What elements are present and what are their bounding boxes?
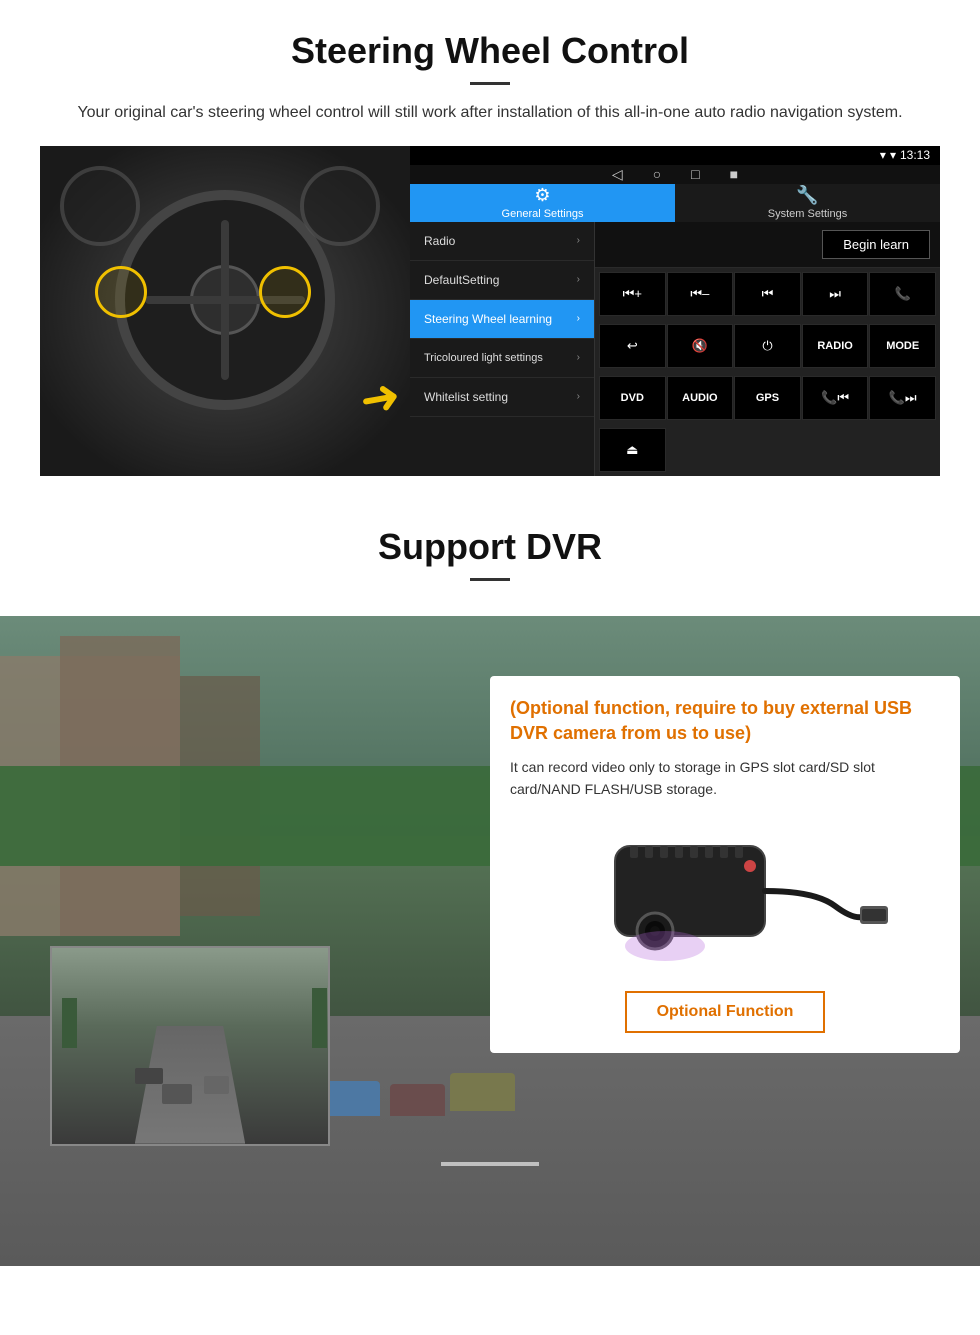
dvr-card-heading: (Optional function, require to buy exter…: [510, 696, 940, 746]
dvr-camera-svg: [555, 826, 895, 966]
chevron-icon: ›: [577, 274, 580, 285]
highlight-circle-left: [95, 266, 147, 318]
ctrl-power[interactable]: ⏻: [734, 324, 801, 368]
signal-icon: ▾: [890, 148, 896, 162]
control-grid-row2: ↩ 🔇 ⏻ RADIO MODE: [595, 320, 940, 372]
ctrl-vol-down[interactable]: ⏮–: [667, 272, 734, 316]
dvr-background: (Optional function, require to buy exter…: [0, 616, 980, 1266]
status-icons: ▾ ▾ 13:13: [880, 148, 930, 162]
steering-photo: ➜: [40, 146, 410, 476]
dvr-camera-image: [510, 816, 940, 976]
ctrl-prev[interactable]: ⏮: [734, 272, 801, 316]
ctrl-dvd[interactable]: DVD: [599, 376, 666, 420]
chevron-icon: ›: [577, 352, 580, 363]
control-grid-row3: DVD AUDIO GPS 📞⏮ 📞⏭: [595, 372, 940, 424]
tab-system-settings[interactable]: 🔧 System Settings: [675, 184, 940, 222]
dvr-card-description: It can record video only to storage in G…: [510, 756, 940, 801]
chevron-icon: ›: [577, 391, 580, 402]
optional-function-button[interactable]: Optional Function: [625, 991, 826, 1033]
menu-item-steering[interactable]: Steering Wheel learning ›: [410, 300, 594, 339]
arrow-icon: ➜: [355, 367, 404, 429]
steering-demo: ➜ ▾ ▾ 13:13 ◁ ○ □ ■: [40, 146, 940, 476]
ctrl-call-next[interactable]: 📞⏭: [869, 376, 936, 420]
status-time: 13:13: [900, 148, 930, 162]
ctrl-call-prev[interactable]: 📞⏮: [802, 376, 869, 420]
steering-wheel-image: ➜: [40, 146, 410, 476]
home-nav-btn[interactable]: ○: [653, 166, 661, 182]
ctrl-audio[interactable]: AUDIO: [667, 376, 734, 420]
ctrl-call[interactable]: 📞: [869, 272, 936, 316]
status-bar: ▾ ▾ 13:13: [410, 146, 940, 165]
menu-item-whitelist[interactable]: Whitelist setting ›: [410, 378, 594, 417]
wifi-icon: ▾: [880, 148, 886, 162]
tab-general-settings[interactable]: ⚙ General Settings: [410, 184, 675, 222]
system-icon: 🔧: [796, 185, 818, 206]
back-nav-btn[interactable]: ◁: [612, 166, 623, 183]
ctrl-radio[interactable]: RADIO: [802, 324, 869, 368]
menu-nav-btn[interactable]: ■: [730, 166, 738, 182]
ctrl-eject[interactable]: ⏏: [599, 428, 666, 472]
ctrl-hangup[interactable]: ↩: [599, 324, 666, 368]
tab-general-label: General Settings: [502, 208, 584, 220]
control-grid-row1: ⏮+ ⏮– ⏮ ⏭ 📞: [595, 268, 940, 320]
begin-learn-row: Begin learn: [595, 222, 940, 268]
dvr-card: (Optional function, require to buy exter…: [490, 676, 960, 1053]
steering-title: Steering Wheel Control: [40, 30, 940, 72]
settings-tabs: ⚙ General Settings 🔧 System Settings: [410, 184, 940, 222]
gear-icon: ⚙: [534, 185, 550, 206]
settings-menu: Radio › DefaultSetting › Steering Wheel …: [410, 222, 595, 476]
ctrl-vol-up[interactable]: ⏮+: [599, 272, 666, 316]
menu-steering-label: Steering Wheel learning: [424, 312, 552, 326]
control-grid-row4: ⏏: [595, 424, 940, 476]
steering-section: Steering Wheel Control Your original car…: [0, 0, 980, 496]
steering-subtitle: Your original car's steering wheel contr…: [60, 100, 920, 126]
chevron-icon: ›: [577, 235, 580, 246]
recents-nav-btn[interactable]: □: [691, 166, 699, 182]
ctrl-mute[interactable]: 🔇: [667, 324, 734, 368]
settings-content: Radio › DefaultSetting › Steering Wheel …: [410, 222, 940, 476]
section-divider: [470, 82, 510, 85]
dvr-title-area: Support DVR: [0, 496, 980, 616]
begin-learn-button[interactable]: Begin learn: [822, 230, 930, 259]
ctrl-next[interactable]: ⏭: [802, 272, 869, 316]
menu-tricoloured-label: Tricoloured light settings: [424, 351, 543, 365]
chevron-icon: ›: [577, 313, 580, 324]
menu-item-tricoloured[interactable]: Tricoloured light settings ›: [410, 339, 594, 378]
dvr-title: Support DVR: [40, 526, 940, 568]
dvr-section: Support DVR: [0, 496, 980, 1266]
ctrl-gps[interactable]: GPS: [734, 376, 801, 420]
nav-bar: ◁ ○ □ ■: [410, 165, 940, 184]
menu-default-label: DefaultSetting: [424, 273, 499, 287]
highlight-circle-right: [259, 266, 311, 318]
dvr-divider: [470, 578, 510, 581]
menu-item-default[interactable]: DefaultSetting ›: [410, 261, 594, 300]
menu-item-radio[interactable]: Radio ›: [410, 222, 594, 261]
tab-system-label: System Settings: [768, 208, 847, 220]
dvr-preview: [50, 946, 330, 1146]
menu-whitelist-label: Whitelist setting: [424, 390, 508, 404]
android-panel: ▾ ▾ 13:13 ◁ ○ □ ■ ⚙ General Settings 🔧: [410, 146, 940, 476]
steering-control-panel: Begin learn ⏮+ ⏮– ⏮ ⏭ 📞 ↩ 🔇 ⏻: [595, 222, 940, 476]
dvr-preview-inner: [52, 948, 328, 1144]
ctrl-mode[interactable]: MODE: [869, 324, 936, 368]
menu-radio-label: Radio: [424, 234, 455, 248]
